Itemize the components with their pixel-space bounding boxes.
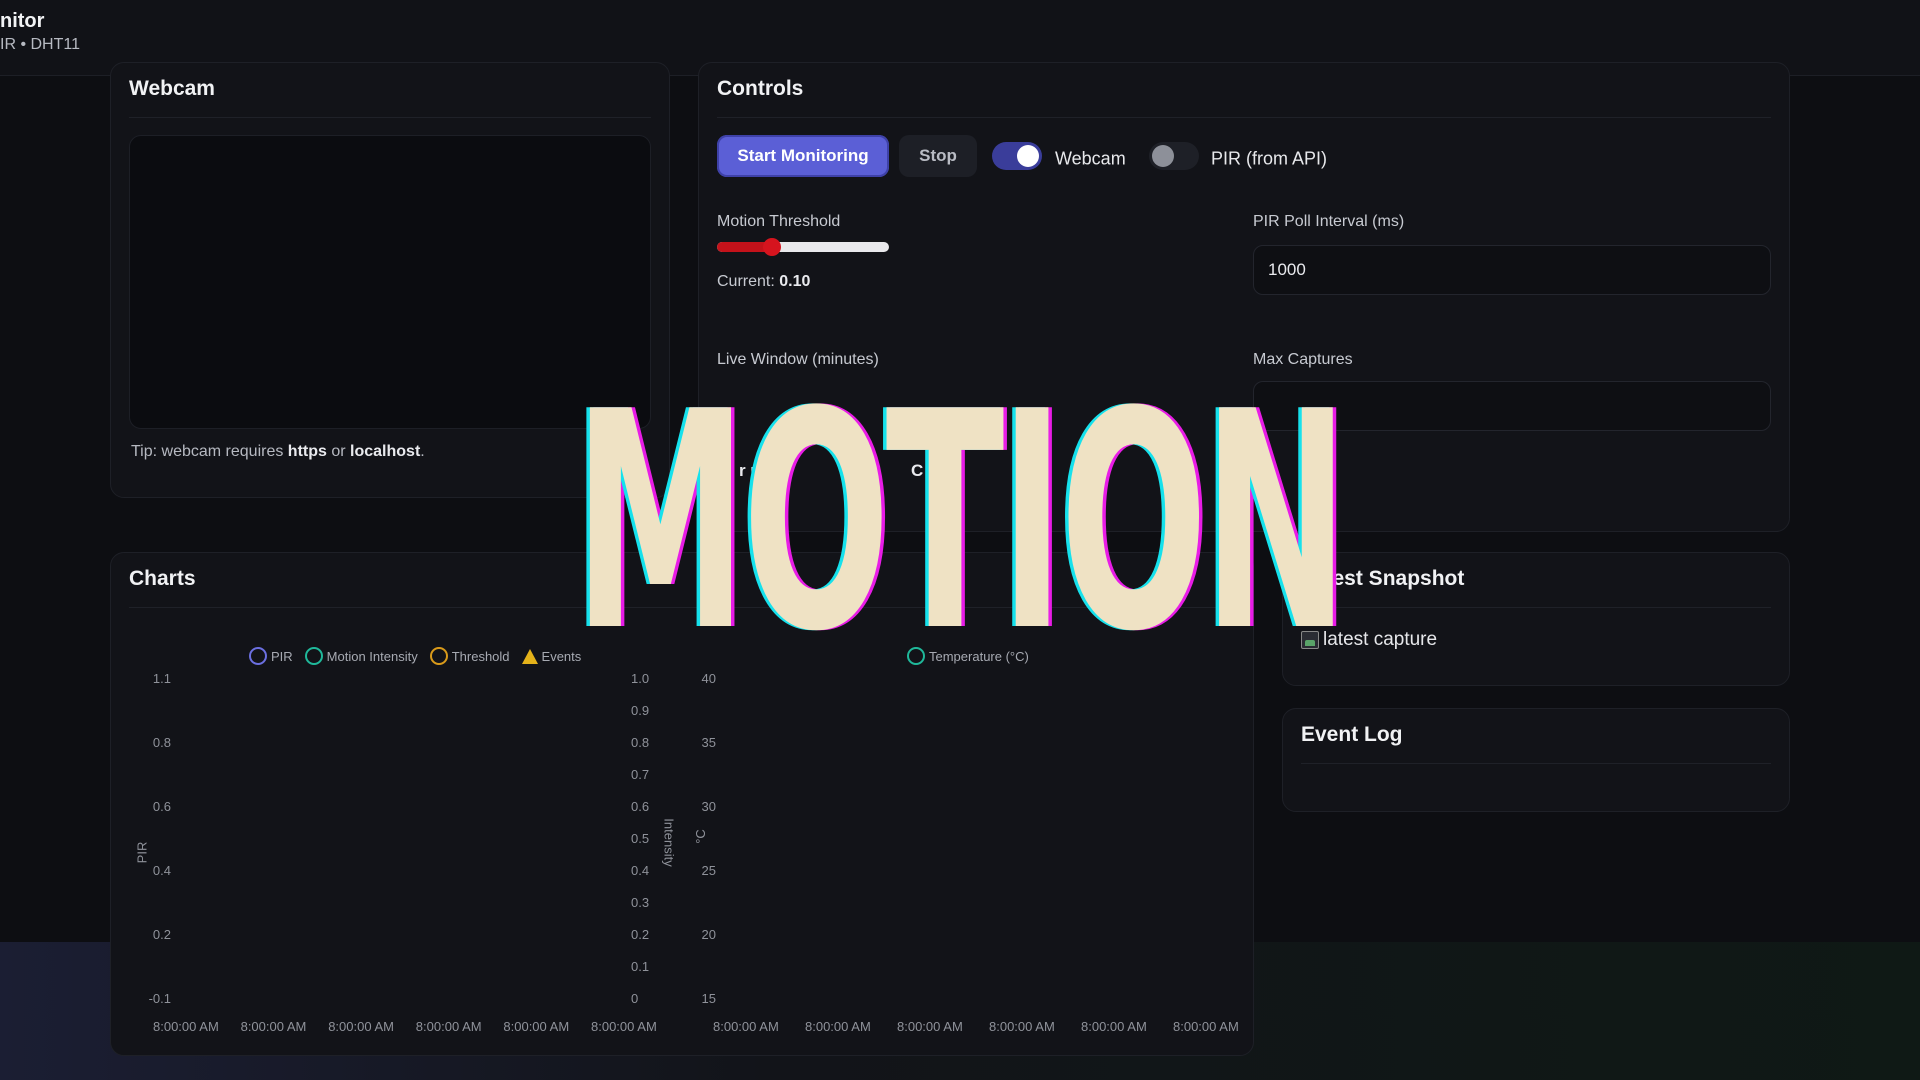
pir-poll-input[interactable] [1253, 245, 1771, 295]
pir-poll-label: PIR Poll Interval (ms) [1253, 213, 1405, 230]
y-tick-label: 20 [701, 927, 716, 942]
pir-toggle[interactable] [1149, 142, 1199, 170]
chart-legend: PIR Motion Intensity Threshold Events [249, 647, 587, 665]
legend-item[interactable]: Events [521, 648, 581, 664]
y-tick-label: 0.8 [631, 735, 650, 750]
x-tick-label: 8:00:00 AM [897, 1019, 963, 1034]
y-tick-label: 30 [701, 799, 716, 814]
webcam-tip: Tip: webcam requires https or localhost. [131, 443, 425, 460]
threshold-current: Current: 0.10 [717, 273, 811, 290]
webcam-toggle[interactable] [992, 142, 1042, 170]
legend-label: Threshold [451, 648, 510, 664]
app-title: nitor [0, 10, 45, 32]
motion-overlay-text: MOTION [573, 348, 1349, 697]
legend-circle-icon [304, 647, 323, 665]
divider [129, 117, 651, 118]
y-tick-label: 0.6 [631, 799, 650, 814]
y-tick-label: 1.1 [152, 671, 171, 686]
legend-item[interactable]: PIR [249, 647, 293, 665]
y-tick-label: 0.4 [631, 863, 650, 878]
pir-toggle-label: PIR (from API) [1211, 148, 1328, 169]
app-subtitle: IR • DHT11 [0, 36, 80, 53]
x-tick-label: 8:00:00 AM [591, 1019, 657, 1034]
slider-thumb[interactable] [763, 238, 782, 256]
y-tick-label: 0.2 [152, 927, 171, 942]
x-tick-label: 8:00:00 AM [713, 1019, 779, 1034]
legend-circle-icon [429, 647, 448, 665]
y-tick-label: 0.8 [152, 735, 171, 750]
divider [717, 117, 1771, 118]
x-tick-label: 8:00:00 AM [240, 1019, 307, 1034]
legend-label: Motion Intensity [326, 648, 418, 664]
webcam-toggle-label: Webcam [1055, 148, 1126, 169]
y-tick-label: 0.2 [631, 927, 650, 942]
y-tick-label: 0.3 [631, 895, 650, 910]
divider [1301, 607, 1771, 608]
y-tick-label: 0.7 [631, 767, 650, 782]
webcam-video [129, 135, 651, 429]
x-tick-label: 8:00:00 AM [503, 1019, 570, 1034]
charts-title: Charts [129, 567, 196, 590]
x-tick-label: 8:00:00 AM [415, 1019, 482, 1034]
x-tick-label: 8:00:00 AM [1081, 1019, 1147, 1034]
x-tick-label: 8:00:00 AM [989, 1019, 1055, 1034]
legend-triangle-icon [521, 648, 538, 664]
y-tick-label: 0.1 [631, 959, 650, 974]
y-tick-label: 35 [701, 735, 716, 750]
legend-item[interactable]: Threshold [429, 647, 510, 665]
x-tick-label: 8:00:00 AM [1173, 1019, 1239, 1034]
divider [1301, 763, 1771, 764]
y-tick-label: 0.9 [631, 703, 650, 718]
stop-button[interactable]: Stop [899, 135, 977, 177]
x-tick-label: 8:00:00 AM [805, 1019, 871, 1034]
y-tick-label: -0.1 [148, 991, 171, 1006]
pir-axis-title: PIR [134, 841, 150, 864]
y-tick-label: 15 [701, 991, 716, 1006]
motion-threshold-slider[interactable] [717, 238, 889, 256]
webcam-title: Webcam [129, 77, 215, 100]
event-log-title: Event Log [1301, 723, 1403, 746]
event-log-card: Event Log [1282, 708, 1790, 812]
y-tick-label: 0 [631, 991, 639, 1006]
legend-item[interactable]: Motion Intensity [304, 647, 418, 665]
temperature-axis-title: °C [692, 829, 708, 844]
y-tick-label: 0.4 [152, 863, 171, 878]
start-monitoring-button[interactable]: Start Monitoring [717, 135, 889, 177]
y-tick-label: 0.5 [631, 831, 650, 846]
intensity-axis-title: Intensity [661, 818, 677, 867]
snapshot-card: Latest Snapshot latest capture [1282, 552, 1790, 686]
legend-circle-icon [249, 647, 267, 665]
y-tick-label: 25 [701, 863, 716, 878]
motion-threshold-label: Motion Threshold [717, 213, 841, 230]
controls-title: Controls [717, 77, 804, 100]
x-tick-label: 8:00:00 AM [328, 1019, 394, 1034]
legend-label: PIR [271, 648, 293, 664]
y-tick-label: 0.6 [152, 799, 171, 814]
x-tick-label: 8:00:00 AM [153, 1019, 219, 1034]
